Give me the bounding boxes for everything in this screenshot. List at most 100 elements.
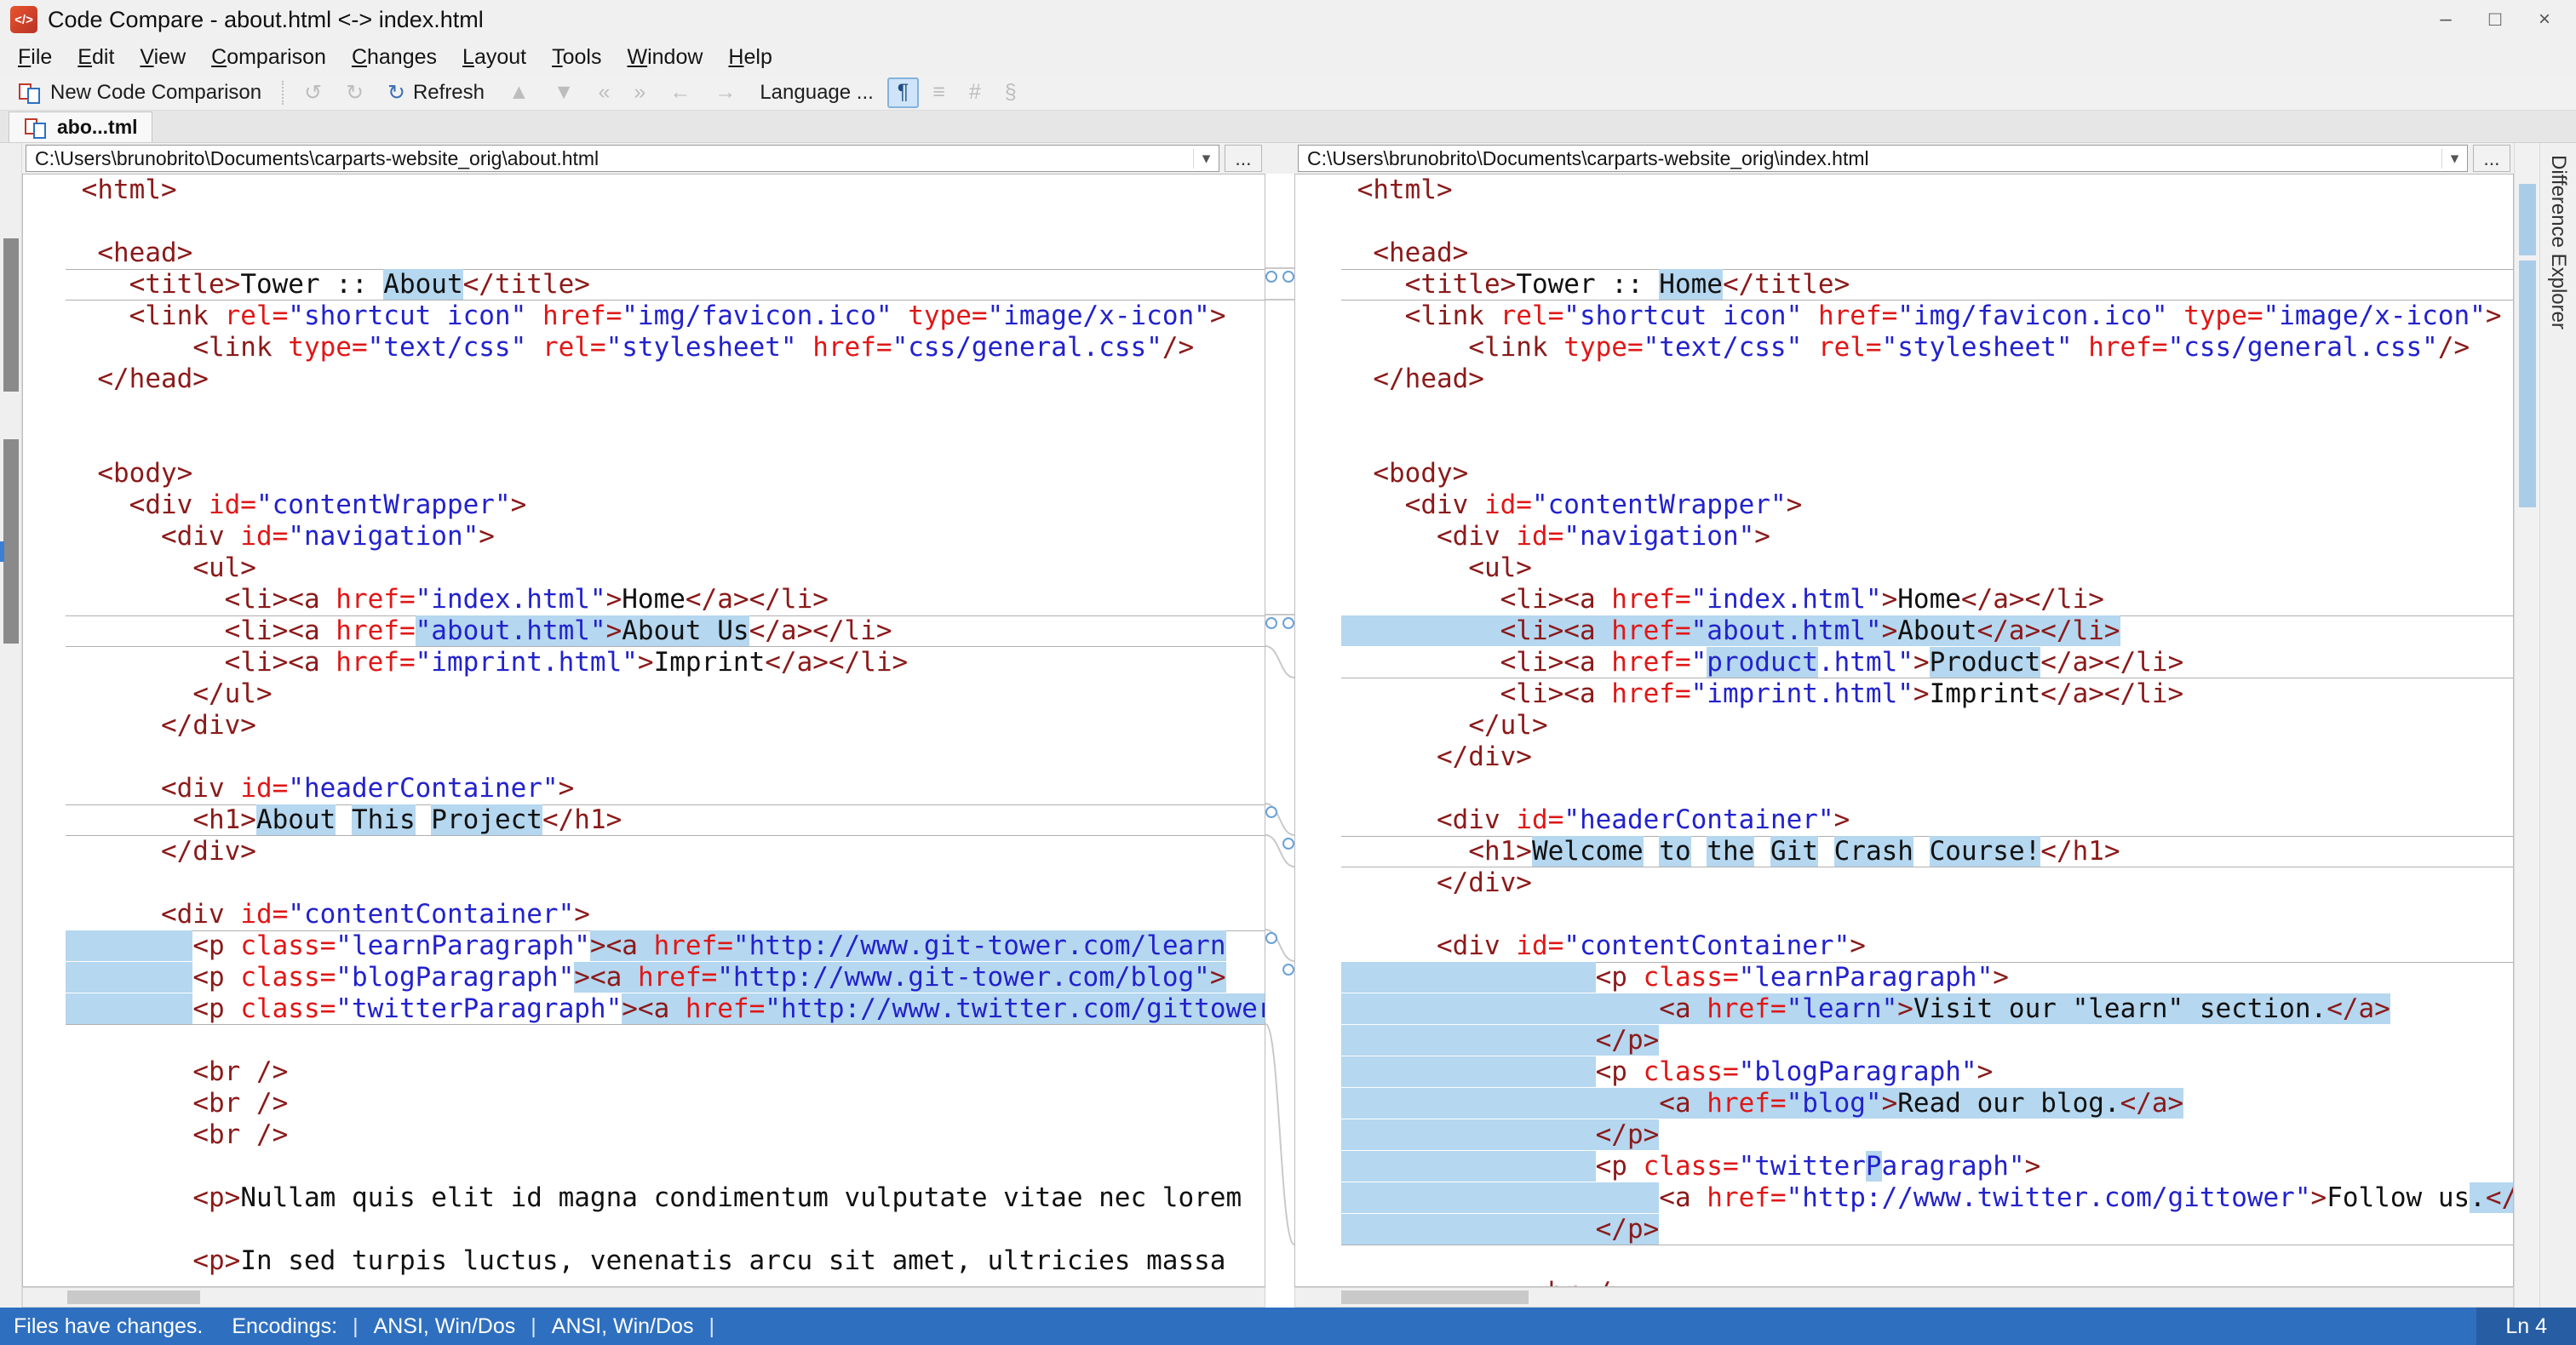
menu-item-file[interactable]: File: [5, 39, 65, 75]
new-code-comparison-button[interactable]: New Code Comparison: [7, 77, 272, 108]
code-line: <li><a href="imprint.html">Imprint</a></…: [224, 647, 909, 678]
chevron-down-icon[interactable]: ▾: [1193, 148, 1219, 169]
menu-item-changes[interactable]: Changes: [339, 39, 450, 75]
code-line: <h1>Welcome to the Git Crash Course!</h1…: [1341, 836, 2513, 867]
previous-difference-icon: ▲: [508, 80, 530, 104]
code-line: <p>In sed turpis luctus, venenatis arcu …: [192, 1245, 1226, 1276]
tab-comparison[interactable]: abo...tml: [9, 112, 152, 142]
tab-label: abo...tml: [57, 116, 138, 138]
language-selector[interactable]: Language ...: [749, 77, 883, 108]
left-browse-button[interactable]: ...: [1225, 145, 1262, 172]
scrollbar-thumb[interactable]: [67, 1291, 200, 1304]
last-difference-icon: »: [634, 80, 646, 104]
window-title: Code Compare - about.html <-> index.html: [48, 6, 484, 32]
close-button[interactable]: ×: [2520, 3, 2569, 37]
right-browse-button[interactable]: ...: [2473, 145, 2510, 172]
right-file-path: C:\Users\brunobrito\Documents\carparts-w…: [1307, 146, 1869, 169]
new-code-comparison-button-label: New Code Comparison: [50, 80, 262, 104]
left-code-area[interactable]: <html> <head> <title>Tower :: About</tit…: [22, 174, 1265, 1287]
title-bar: </> Code Compare - about.html <-> index.…: [0, 0, 2576, 39]
previous-difference-button[interactable]: ▲: [498, 77, 540, 108]
menu-item-edit[interactable]: Edit: [65, 39, 127, 75]
code-line: </p>: [1341, 1214, 2513, 1245]
left-horizontal-scrollbar[interactable]: [22, 1287, 1265, 1308]
code-line: <br />: [192, 1119, 289, 1150]
refresh-icon: ↻: [387, 80, 405, 105]
copy-left-icon: ←: [669, 80, 691, 104]
app-icon: </>: [10, 6, 37, 33]
right-file-path-combo[interactable]: C:\Users\brunobrito\Documents\carparts-w…: [1298, 145, 2468, 172]
menu-item-layout[interactable]: Layout: [450, 39, 539, 75]
maximize-button[interactable]: □: [2470, 3, 2520, 37]
code-line: </p>: [1341, 1119, 2513, 1151]
whitespace-toggle-button[interactable]: ¶: [886, 77, 920, 108]
main-area: C:\Users\brunobrito\Documents\carparts-w…: [0, 143, 2576, 1308]
left-overview-ruler[interactable]: [0, 143, 22, 1308]
right-horizontal-scrollbar[interactable]: [1294, 1287, 2514, 1308]
chevron-down-icon[interactable]: ▾: [2441, 148, 2467, 169]
status-message: Files have changes.: [14, 1314, 204, 1338]
difference-explorer-tab[interactable]: Difference Explorer: [2539, 143, 2576, 1308]
redo-button[interactable]: ↻: [336, 77, 374, 108]
code-line: </p>: [1341, 1025, 2513, 1056]
details-button[interactable]: §: [995, 77, 1027, 108]
menu-item-view[interactable]: View: [127, 39, 198, 75]
code-line: <li><a href="about.html">About Us</a></l…: [66, 615, 1265, 647]
diff-connector-map: [1265, 267, 1294, 1245]
code-line: <p class="blogParagraph">: [1341, 1056, 2513, 1088]
refresh-button[interactable]: ↻ Refresh: [377, 77, 495, 108]
code-line: <title>Tower :: About</title>: [66, 269, 1265, 300]
menu-item-help[interactable]: Help: [715, 39, 784, 75]
new-comparison-icon: [17, 80, 43, 106]
code-line: <p class="twitterParagraph">: [1341, 1151, 2513, 1182]
details-icon: §: [1004, 80, 1017, 104]
code-line: <li><a href="index.html">Home</a></li>: [224, 584, 829, 615]
word-wrap-button[interactable]: ≡: [922, 77, 955, 108]
first-difference-button[interactable]: «: [588, 77, 621, 108]
code-line: <html>: [1357, 175, 1453, 205]
copy-to-right-button[interactable]: →: [704, 77, 746, 108]
code-line: </div>: [160, 710, 256, 741]
right-code-area[interactable]: <html> <head> <title>Tower :: Home</titl…: [1294, 174, 2514, 1287]
menu-item-tools[interactable]: Tools: [539, 39, 614, 75]
separator: |: [353, 1314, 359, 1338]
code-line: <head>: [1373, 238, 1469, 268]
left-file-path-combo[interactable]: C:\Users\brunobrito\Documents\carparts-w…: [26, 145, 1219, 172]
encoding-right: ANSI, Win/Dos: [551, 1314, 694, 1338]
toolbar: New Code Comparison ↺ ↻ ↻ Refresh ▲ ▼ « » ← → Langu…: [0, 75, 2576, 111]
left-file-path: C:\Users\brunobrito\Documents\carparts-w…: [35, 146, 600, 169]
code-line: <body>: [97, 458, 193, 489]
difference-explorer-label: Difference Explorer: [2547, 155, 2570, 329]
line-numbers-icon: #: [968, 80, 981, 104]
code-line: <ul>: [1468, 552, 1532, 583]
word-wrap-icon: ≡: [932, 80, 945, 104]
right-vertical-scrollbar[interactable]: [2514, 143, 2539, 1308]
last-difference-button[interactable]: »: [623, 77, 656, 108]
next-difference-button[interactable]: ▼: [543, 77, 585, 108]
encodings-label: Encodings:: [232, 1314, 338, 1338]
tab-bar: abo...tml: [0, 111, 2576, 143]
language-selector-label: Language ...: [760, 80, 874, 104]
undo-button[interactable]: ↺: [294, 77, 332, 108]
menu-item-window[interactable]: Window: [614, 39, 715, 75]
code-line: <ul>: [192, 552, 256, 583]
scrollbar-thumb[interactable]: [1341, 1291, 1529, 1304]
line-numbers-button[interactable]: #: [959, 77, 991, 108]
copy-to-left-button[interactable]: ←: [659, 77, 701, 108]
menu-item-comparison[interactable]: Comparison: [198, 39, 339, 75]
code-line: <br />: [1341, 1277, 2513, 1286]
code-line: <br />: [192, 1088, 289, 1119]
code-line: <div id="headerContainer">: [1436, 804, 1850, 835]
code-line: <h1>About This Project</h1>: [66, 804, 1265, 836]
code-line: <div id="navigation">: [1436, 521, 1770, 552]
code-line: <li><a href="index.html">Home</a></li>: [1500, 584, 2104, 615]
code-line: <div id="contentWrapper">: [1404, 489, 1803, 520]
minimize-button[interactable]: –: [2421, 3, 2470, 37]
